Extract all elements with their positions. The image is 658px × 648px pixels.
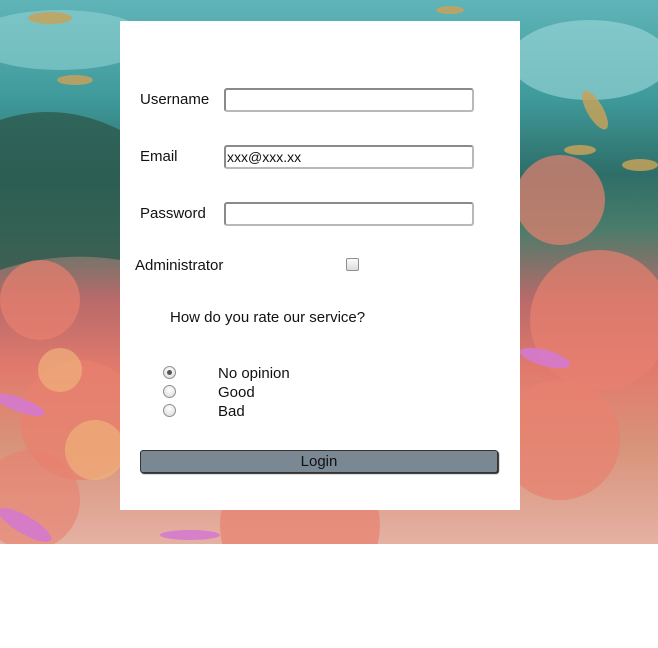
username-label: Username — [140, 91, 210, 108]
rating-option-label: Good — [218, 384, 255, 401]
administrator-checkbox[interactable] — [346, 258, 359, 271]
password-field[interactable] — [224, 202, 474, 226]
login-form-panel: Username Email Password Administrator Ho… — [120, 21, 520, 510]
rating-question: How do you rate our service? — [170, 309, 366, 326]
password-label: Password — [140, 205, 206, 222]
email-field[interactable] — [224, 145, 474, 169]
rating-radio-no-opinion[interactable] — [163, 366, 176, 379]
username-field[interactable] — [224, 88, 474, 112]
administrator-label: Administrator — [135, 257, 224, 274]
rating-radio-good[interactable] — [163, 385, 176, 398]
login-button[interactable]: Login — [140, 450, 498, 473]
rating-radio-bad[interactable] — [163, 404, 176, 417]
rating-option-label: Bad — [218, 403, 245, 420]
rating-option-label: No opinion — [218, 365, 290, 382]
email-label: Email — [140, 148, 178, 165]
